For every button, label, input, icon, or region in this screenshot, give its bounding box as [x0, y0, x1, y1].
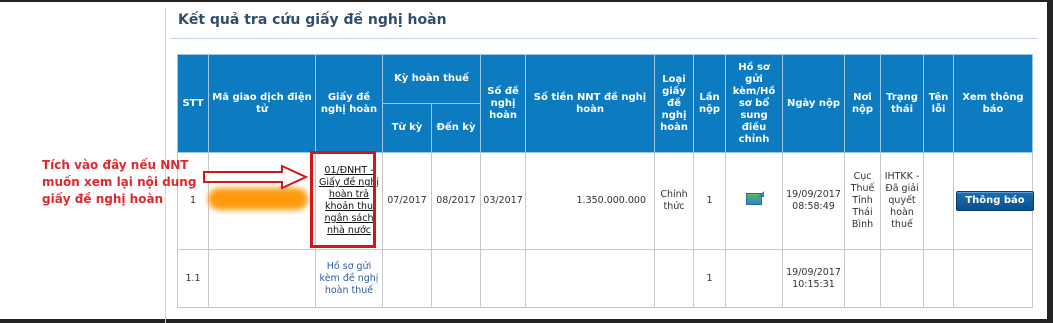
cell-ho-so — [725, 152, 784, 250]
col-xem-thong-bao: Xem thông báo — [953, 54, 1034, 153]
col-ky-hoan-thue: Kỳ hoàn thuế — [381, 54, 482, 104]
cell-tu-ky: 07/2017 — [382, 152, 432, 250]
cell-noi-nop: Cục Thuế Tỉnh Thái Bình — [844, 152, 882, 250]
col-so-de-nghi: Số đề nghị hoàn — [480, 54, 527, 153]
header-row: STT Mã giao dịch điện tử Giấy đề nghị ho… — [177, 54, 1034, 153]
highlight-box — [310, 151, 376, 248]
col-giay-de-nghi: Giấy đề nghị hoàn — [315, 54, 383, 153]
cell-lan-nop: 1 — [693, 152, 727, 250]
col-ngay-nop: Ngày nộp — [782, 54, 846, 153]
col-ma-giao-dich: Mã giao dịch điện tử — [208, 54, 316, 153]
page-title: Kết quả tra cứu giấy đề nghị hoàn — [178, 12, 447, 28]
col-ho-so: Hồ sơ gửi kèm/Hồ sơ bổ sung điều chỉnh — [725, 54, 784, 153]
cell-trang-thai: IHTKK - Đã giải quyết hoàn thuế — [880, 152, 925, 250]
cell-ten-loi — [923, 152, 955, 250]
cell-xem-thong-bao: Thông báo — [953, 152, 1035, 250]
cell-ngay-nop: 19/09/2017 10:15:31 — [782, 249, 846, 308]
cell-den-ky — [430, 249, 482, 308]
cell-so-de-nghi — [480, 249, 527, 308]
cell-lan-nop: 1 — [693, 249, 727, 308]
cell-ngay-nop: 19/09/2017 08:58:49 — [782, 152, 846, 250]
col-lan-nop: Lần nộp — [693, 54, 727, 153]
cell-tu-ky — [382, 249, 432, 308]
cell-loai-giay: Chính thức — [654, 152, 695, 250]
cell-stt: 1.1 — [177, 249, 209, 308]
col-stt: STT — [177, 54, 209, 153]
title-divider — [170, 38, 1038, 39]
cell-so-de-nghi: 03/2017 — [480, 152, 527, 250]
arrow-right-icon — [203, 164, 309, 190]
thong-bao-button[interactable]: Thông báo — [956, 191, 1035, 211]
col-den-ky: Đến kỳ — [430, 103, 482, 153]
cell-xem-thong-bao — [953, 249, 1034, 308]
cell-loai-giay — [654, 249, 695, 308]
annotation-text: Tích vào đây nếu NNT muốn xem lại nội du… — [42, 158, 197, 206]
window-top-border — [0, 0, 1053, 2]
col-ten-loi: Tên lỗi — [923, 54, 955, 153]
window-right-border — [1047, 0, 1053, 323]
col-trang-thai: Trạng thái — [880, 54, 925, 153]
col-noi-nop: Nơi nộp — [844, 54, 882, 153]
table-row: 1.1 Hồ sơ gửi kèm đề nghị hoàn thuế 1 19… — [177, 249, 1034, 308]
cell-ma-giao-dich — [208, 249, 316, 308]
cell-ho-so — [725, 249, 784, 308]
attachment-icon[interactable] — [746, 193, 763, 205]
cell-so-tien: 1.350.000.000 — [525, 152, 656, 250]
col-tu-ky: Từ kỳ — [382, 103, 432, 153]
cell-den-ky: 08/2017 — [430, 152, 482, 250]
cell-ten-loi — [923, 249, 955, 308]
attachment-link[interactable]: Hồ sơ gửi kèm đề nghị hoàn thuế — [320, 261, 379, 296]
cell-trang-thai — [880, 249, 925, 308]
cell-noi-nop — [844, 249, 882, 308]
col-loai-giay: Loại giấy đề nghị hoàn — [654, 54, 695, 153]
col-so-tien: Số tiền NNT đề nghị hoàn — [525, 54, 656, 153]
cell-so-tien — [525, 249, 656, 308]
cell-giay-de-nghi: Hồ sơ gửi kèm đề nghị hoàn thuế — [315, 249, 383, 308]
redaction-mark — [208, 188, 308, 210]
